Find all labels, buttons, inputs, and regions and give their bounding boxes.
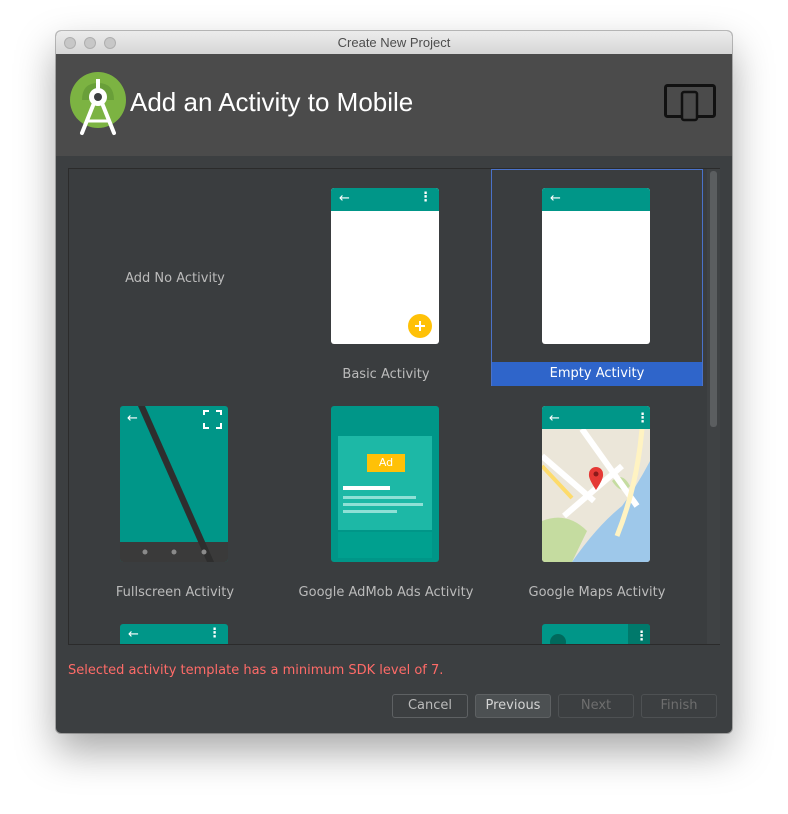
back-arrow-icon: ← (550, 191, 561, 206)
template-label: Google AdMob Ads Activity (298, 585, 474, 600)
svg-text:⋮: ⋮ (636, 411, 649, 426)
template-gallery: Add No Activity ← ⋮ Basic Activity ← Emp… (68, 168, 720, 645)
next-button[interactable]: Next (558, 694, 634, 718)
svg-text:←: ← (549, 411, 560, 426)
template-tile-fullscreen-activity[interactable]: ← Fullscreen Activity (69, 387, 281, 604)
partial-template-preview-1: ← ⋮ (120, 624, 228, 644)
previous-button[interactable]: Previous (475, 694, 551, 718)
template-label: Empty Activity (492, 362, 702, 386)
svg-text:⋮: ⋮ (635, 629, 648, 644)
empty-activity-preview: ← (542, 188, 650, 344)
svg-text:←: ← (127, 411, 138, 426)
template-tile-empty-activity[interactable]: ← Empty Activity (491, 169, 703, 386)
gallery-scrollbar[interactable] (707, 169, 720, 644)
template-tile-no-activity[interactable]: Add No Activity (69, 169, 281, 386)
finish-button[interactable]: Finish (641, 694, 717, 718)
admob-activity-preview (331, 406, 439, 562)
ad-badge: Ad (378, 456, 394, 469)
template-label: Basic Activity (342, 367, 430, 382)
title-bar: Create New Project (56, 31, 732, 55)
partial-template-preview-2: ⋮ (542, 624, 650, 644)
back-arrow-icon: ← (128, 627, 139, 642)
android-studio-logo-icon (70, 72, 126, 135)
overflow-menu-icon: ⋮ (208, 626, 221, 641)
scrollbar-thumb[interactable] (710, 171, 717, 427)
phone-tablet-icon (664, 84, 716, 122)
template-label: Add No Activity (125, 271, 225, 286)
app-bar: ← (542, 188, 650, 211)
page-title: Add an Activity to Mobile (130, 87, 414, 117)
overflow-menu-icon: ⋮ (419, 190, 432, 205)
template-label: Fullscreen Activity (115, 585, 235, 600)
wizard-header: Add an Activity to Mobile (56, 54, 732, 156)
window-title: Create New Project (337, 35, 451, 50)
sdk-warning-message: Selected activity template has a minimum… (68, 663, 444, 678)
cancel-button[interactable]: Cancel (392, 694, 468, 718)
basic-activity-preview: ← ⋮ (331, 188, 439, 344)
back-arrow-icon: ← (339, 191, 350, 206)
create-new-project-window: Create New Project Add an Activity to Mo… (56, 31, 732, 733)
template-tile-basic-activity[interactable]: ← ⋮ Basic Activity (280, 169, 492, 386)
template-label: Google Maps Activity (528, 585, 666, 600)
maps-activity-preview: ← ⋮ (542, 406, 650, 562)
template-tile-admob-activity[interactable]: Ad Google AdMob Ads Activity (280, 387, 492, 604)
template-tile-maps-activity[interactable]: ← ⋮ Google Maps Activity (491, 387, 703, 604)
fab-add-icon (408, 314, 432, 338)
app-bar: ← ⋮ (331, 188, 439, 211)
fullscreen-activity-preview: ← (120, 406, 228, 562)
